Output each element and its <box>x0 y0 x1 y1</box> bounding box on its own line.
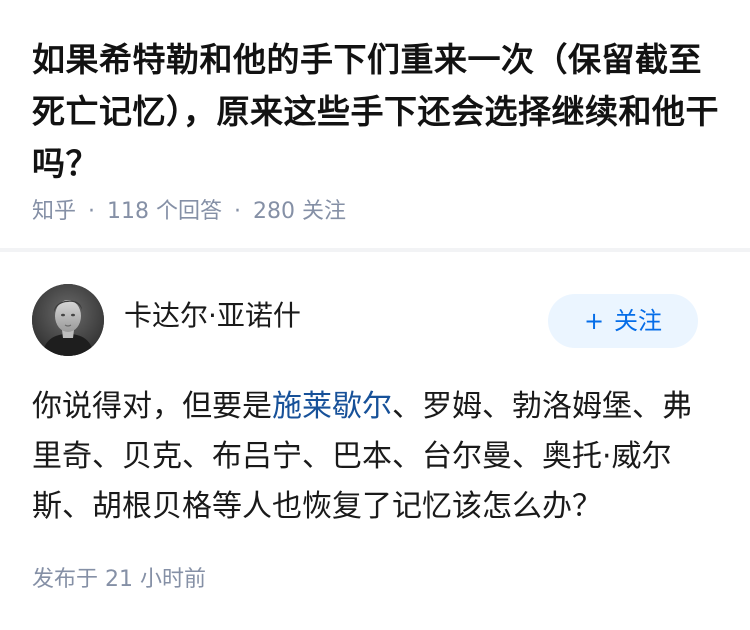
follower-count[interactable]: 280 关注 <box>253 199 346 224</box>
answer-text-start: 你说得对，但要是 <box>32 389 272 424</box>
publish-time: 发布于 21 小时前 <box>32 567 206 592</box>
author-avatar[interactable] <box>32 284 104 356</box>
source-label[interactable]: 知乎 <box>32 199 76 224</box>
author-name[interactable]: 卡达尔·亚诺什 <box>124 298 301 334</box>
answer-card: 卡达尔·亚诺什 + 关注 你说得对，但要是施莱歇尔、罗姆、勃洛姆堡、弗里奇、贝克、… <box>0 252 750 630</box>
plus-icon: + <box>583 307 605 335</box>
answer-link[interactable]: 施莱歇尔 <box>272 389 392 424</box>
avatar-portrait-icon <box>32 284 104 356</box>
question-meta: 知乎 · 118 个回答 · 280 关注 <box>32 196 346 228</box>
follow-button[interactable]: + 关注 <box>548 294 698 348</box>
answer-content[interactable]: 你说得对，但要是施莱歇尔、罗姆、勃洛姆堡、弗里奇、贝克、布吕宁、巴本、台尔曼、奥… <box>32 382 712 532</box>
meta-separator: · <box>234 199 242 224</box>
question-title[interactable]: 如果希特勒和他的手下们重来一次（保留截至死亡记忆），原来这些手下还会选择继续和他… <box>32 34 732 190</box>
answer-count[interactable]: 118 个回答 <box>107 199 222 224</box>
meta-separator: · <box>88 199 96 224</box>
question-header: 如果希特勒和他的手下们重来一次（保留截至死亡记忆），原来这些手下还会选择继续和他… <box>0 0 750 248</box>
follow-button-label: 关注 <box>614 307 663 335</box>
